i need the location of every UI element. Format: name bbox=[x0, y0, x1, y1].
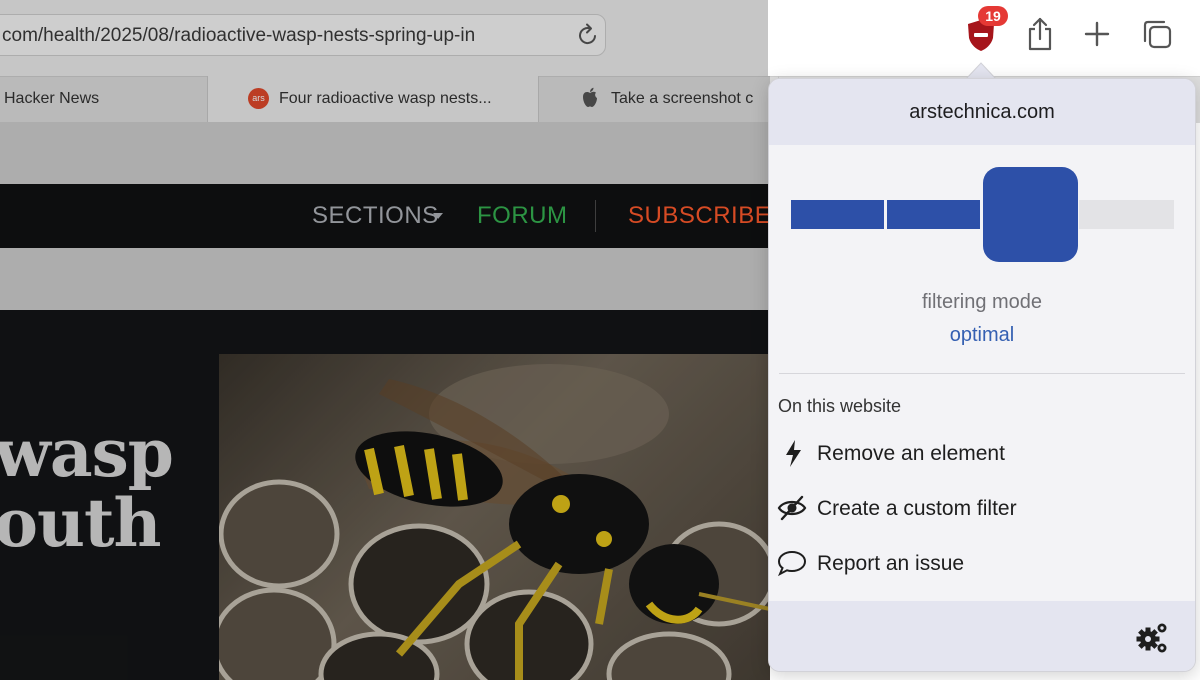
ublock-popup-panel: arstechnica.com filtering mode optimal O… bbox=[768, 78, 1196, 672]
share-icon[interactable] bbox=[1025, 16, 1055, 52]
show-tabs-icon[interactable] bbox=[1141, 18, 1173, 50]
create-custom-filter-button[interactable]: Create a custom filter bbox=[769, 486, 1195, 530]
new-tab-plus-icon[interactable] bbox=[1083, 20, 1111, 48]
popup-pointer bbox=[966, 62, 996, 79]
blocked-count-badge: 19 bbox=[978, 6, 1008, 26]
filtering-mode-value: optimal bbox=[949, 324, 1015, 346]
gears-icon[interactable] bbox=[1135, 619, 1171, 655]
action-label: Create a custom filter bbox=[817, 497, 1017, 520]
filtering-mode-level-4[interactable] bbox=[1079, 200, 1174, 229]
remove-element-button[interactable]: Remove an element bbox=[769, 431, 1195, 475]
popover-dim-overlay bbox=[0, 0, 770, 680]
report-issue-button[interactable]: Report an issue bbox=[769, 541, 1195, 585]
section-title: On this website bbox=[778, 396, 902, 416]
eye-slash-icon bbox=[777, 495, 807, 521]
section-divider bbox=[779, 373, 1185, 374]
action-label: Remove an element bbox=[817, 442, 1005, 465]
action-label: Report an issue bbox=[817, 552, 965, 575]
lightning-bolt-icon bbox=[786, 440, 801, 467]
site-hostname: arstechnica.com bbox=[909, 101, 1055, 123]
filtering-mode-slider-knob[interactable] bbox=[983, 167, 1078, 262]
filtering-mode-level-1[interactable] bbox=[791, 200, 884, 229]
popup-footer bbox=[769, 601, 1195, 671]
filtering-mode-label: filtering mode bbox=[921, 291, 1043, 313]
filtering-mode-level-2[interactable] bbox=[887, 200, 980, 229]
speech-bubble-icon bbox=[777, 550, 807, 577]
